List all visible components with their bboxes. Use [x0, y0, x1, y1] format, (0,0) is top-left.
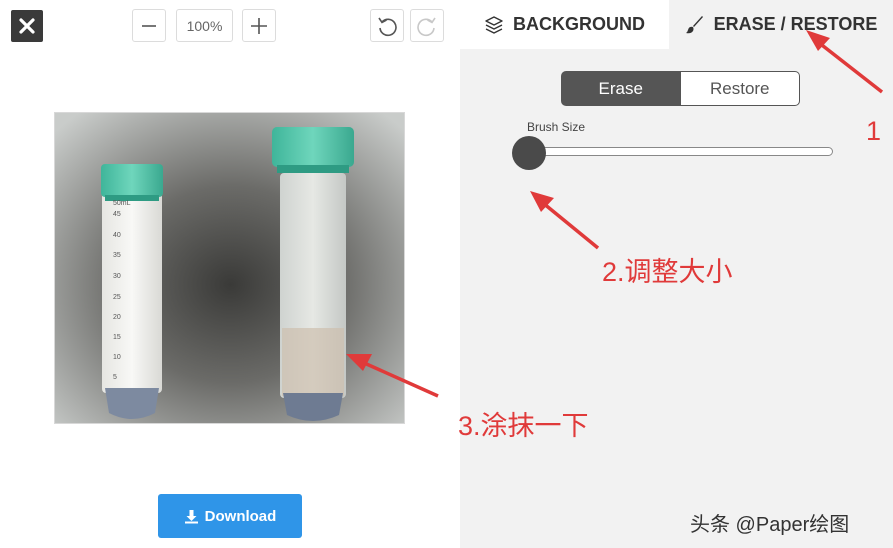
- annotation-step-3: 3.涂抹一下: [458, 411, 589, 441]
- annotation-step-1: 1: [866, 116, 882, 146]
- annotation-step-2: 2.调整大小: [602, 257, 733, 287]
- annotation-arrows: [346, 30, 884, 398]
- watermark: 头条 @Paper绘图: [690, 514, 850, 536]
- arrow-3: [361, 360, 439, 398]
- arrow-2: [541, 201, 600, 250]
- arrow-1: [816, 40, 884, 94]
